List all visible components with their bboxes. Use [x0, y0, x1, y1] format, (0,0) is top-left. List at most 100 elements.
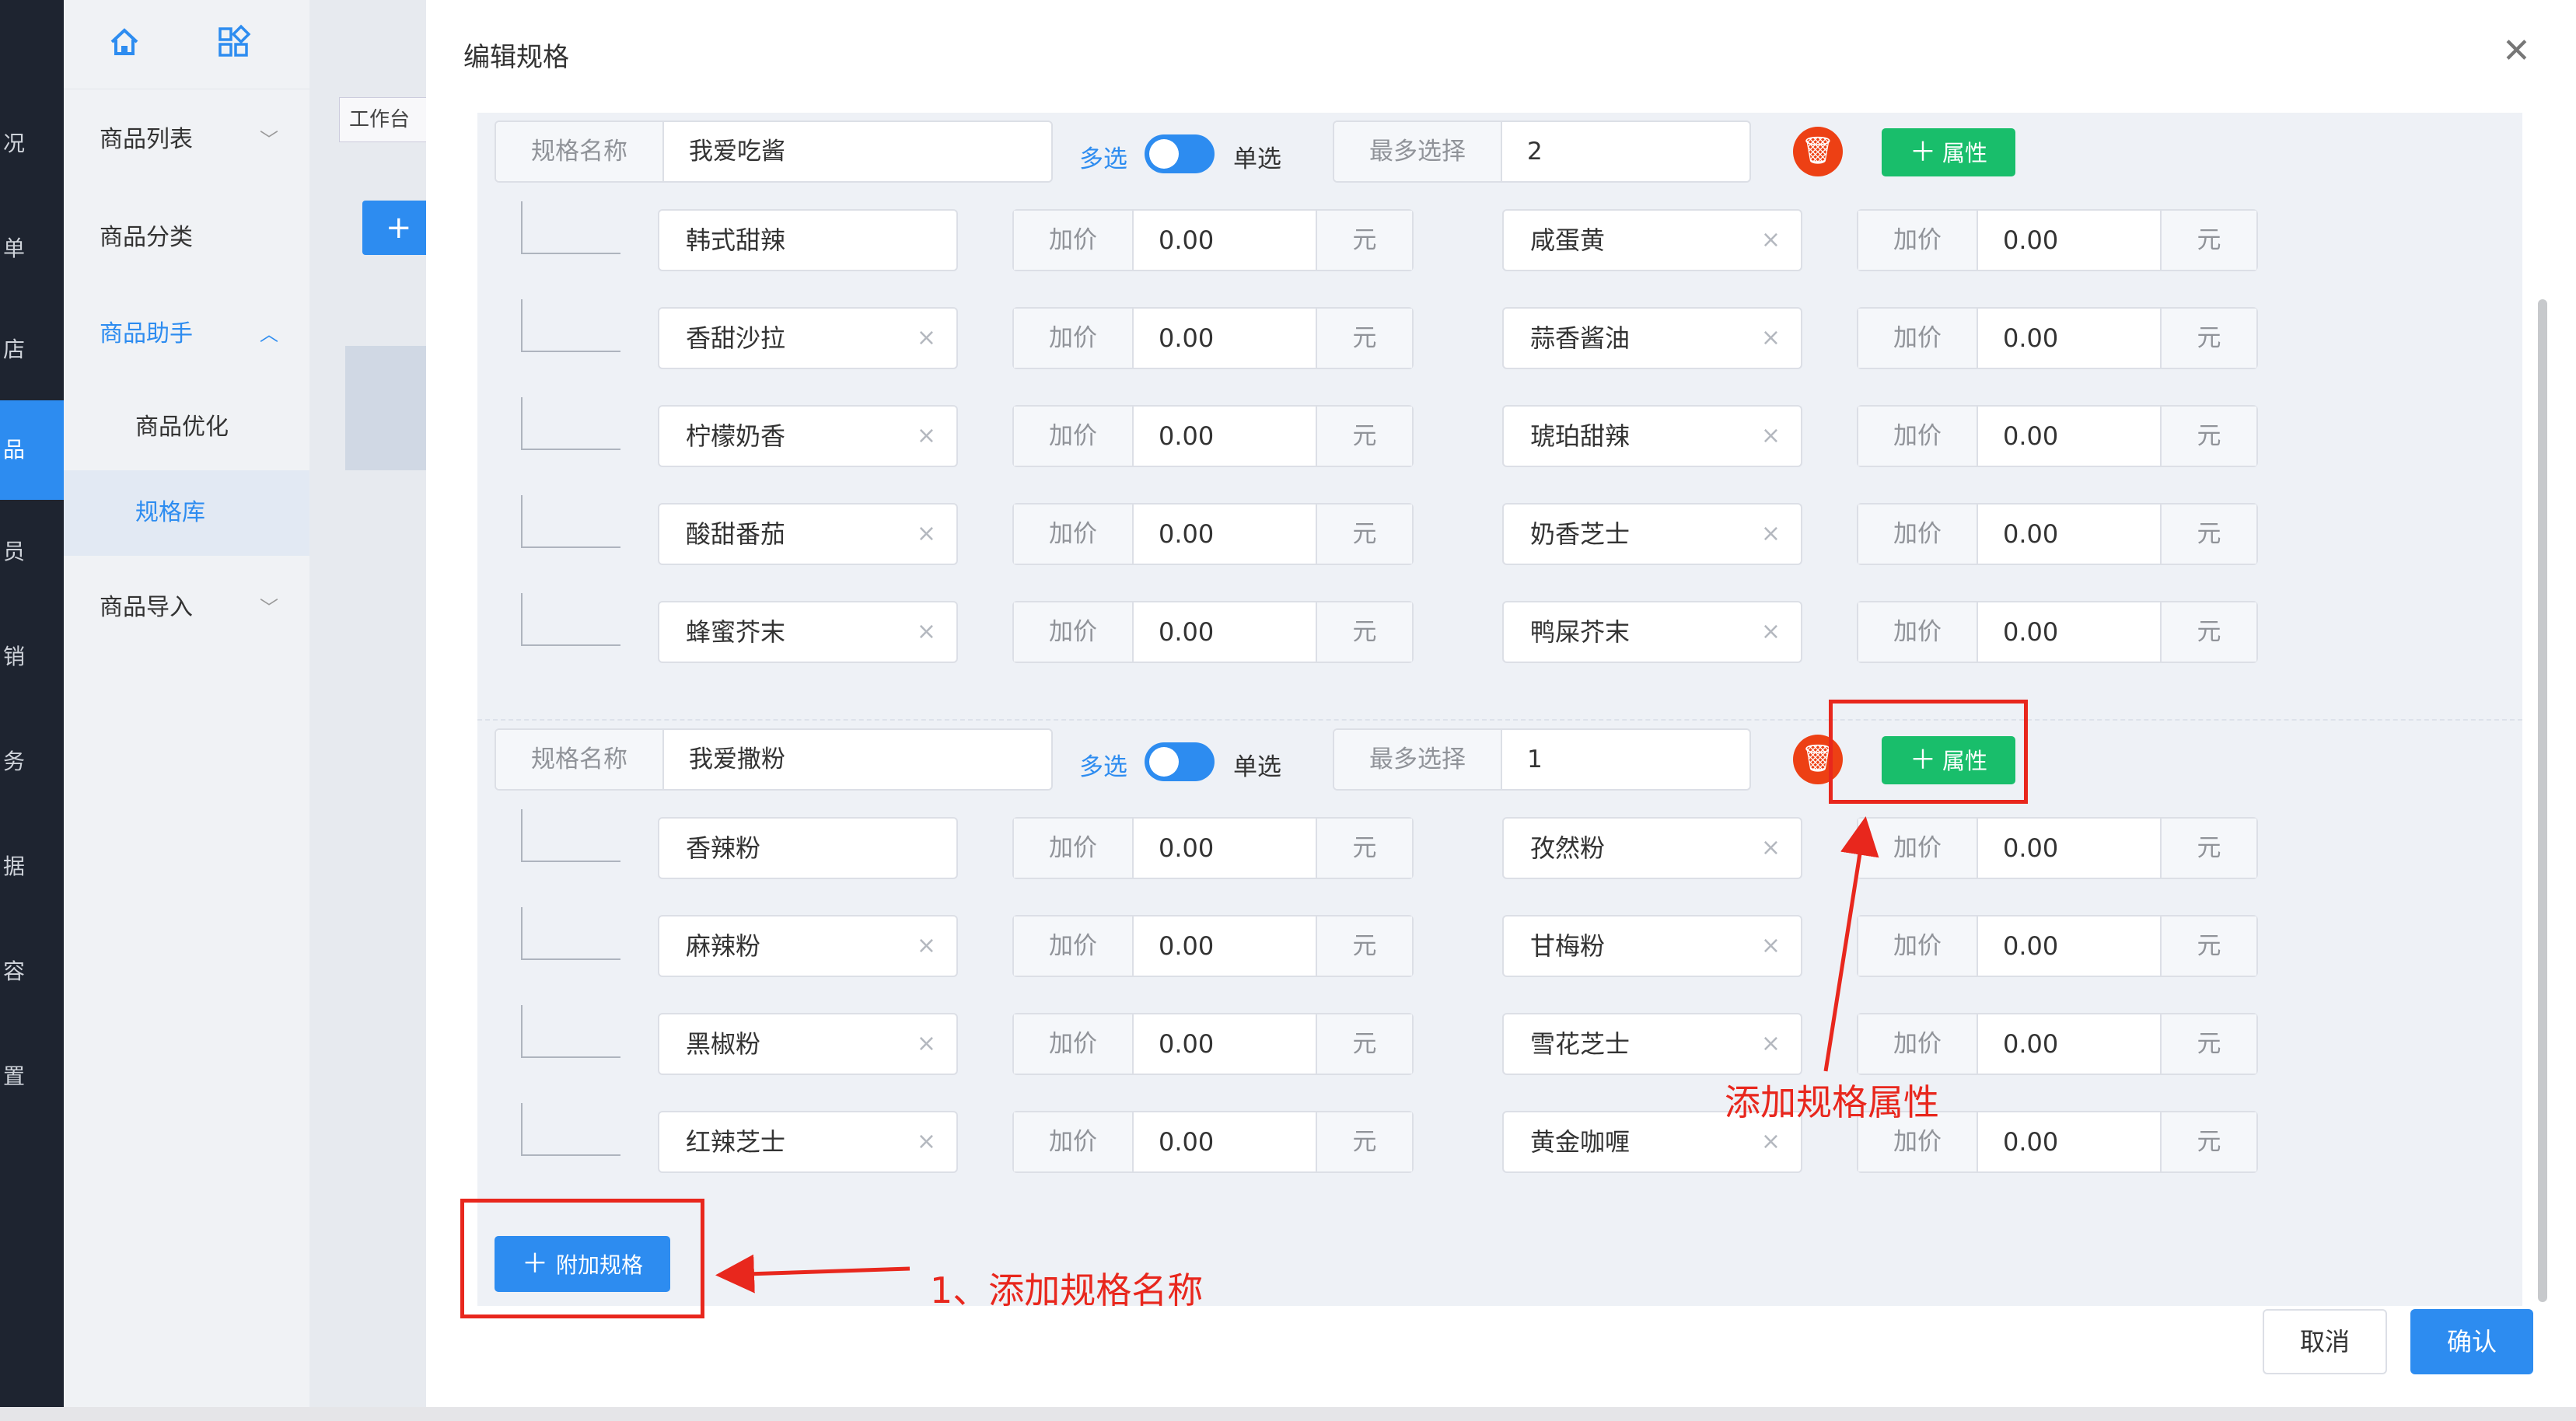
menu-item-product-list[interactable]: 商品列表 ﹀ — [100, 117, 309, 163]
add-price-input[interactable]: 0.00 — [1159, 1014, 1214, 1074]
add-price-field[interactable]: 加价 0.00 元 — [1012, 915, 1414, 977]
add-price-field[interactable]: 加价 0.00 元 — [1857, 209, 2258, 271]
spec-name-input[interactable]: 我爱吃酱 — [689, 122, 785, 181]
add-price-input[interactable]: 0.00 — [2003, 309, 2058, 368]
menu-item-spec-library[interactable]: 规格库 — [64, 470, 309, 556]
attribute-name-input[interactable]: 奶香芝士 × — [1502, 503, 1802, 565]
confirm-button[interactable]: 确认 — [2410, 1309, 2533, 1374]
attribute-name-input[interactable]: 香甜沙拉 × — [658, 307, 958, 369]
workbench-tab[interactable]: 工作台 — [339, 97, 432, 142]
attribute-name-input[interactable]: 甘梅粉 × — [1502, 915, 1802, 977]
add-price-input[interactable]: 0.00 — [2003, 211, 2058, 270]
clear-icon[interactable]: × — [917, 309, 936, 368]
max-select-input[interactable]: 2 — [1527, 122, 1543, 181]
add-price-input[interactable]: 0.00 — [2003, 1014, 2058, 1074]
clear-icon[interactable]: × — [917, 505, 936, 564]
select-mode-switch[interactable] — [1145, 742, 1215, 781]
menu-item-product-import[interactable]: 商品导入 ﹀ — [100, 585, 309, 631]
add-price-input[interactable]: 0.00 — [2003, 916, 2058, 976]
add-price-field[interactable]: 加价 0.00 元 — [1857, 601, 2258, 663]
add-price-field[interactable]: 加价 0.00 元 — [1012, 817, 1414, 879]
add-price-field[interactable]: 加价 0.00 元 — [1012, 503, 1414, 565]
main-nav-item[interactable]: 销 — [0, 641, 64, 672]
main-nav-item[interactable]: 店 — [0, 334, 64, 365]
clear-icon[interactable]: × — [1761, 309, 1781, 368]
max-select-field[interactable]: 最多选择 2 — [1333, 120, 1751, 183]
add-price-field[interactable]: 加价 0.00 元 — [1857, 915, 2258, 977]
main-nav-item[interactable]: 容 — [0, 956, 64, 987]
background-add-button[interactable]: + — [362, 201, 432, 255]
main-nav-item[interactable]: 务 — [0, 746, 64, 777]
main-nav-item[interactable]: 单 — [0, 233, 64, 264]
add-price-input[interactable]: 0.00 — [1159, 407, 1214, 466]
main-nav-item[interactable]: 据 — [0, 851, 64, 882]
main-nav-item[interactable]: 品 — [0, 400, 64, 500]
add-price-field[interactable]: 加价 0.00 元 — [1857, 817, 2258, 879]
attribute-name-input[interactable]: 酸甜番茄 × — [658, 503, 958, 565]
add-price-input[interactable]: 0.00 — [1159, 916, 1214, 976]
add-price-field[interactable]: 加价 0.00 元 — [1857, 1013, 2258, 1075]
select-mode-switch[interactable] — [1145, 134, 1215, 173]
apps-icon[interactable] — [215, 23, 252, 61]
close-icon[interactable]: ✕ — [2502, 34, 2531, 68]
main-nav-item[interactable]: 置 — [0, 1061, 64, 1092]
menu-item-product-assistant[interactable]: 商品助手 ︿ — [100, 311, 309, 358]
add-price-field[interactable]: 加价 0.00 元 — [1857, 503, 2258, 565]
clear-icon[interactable]: × — [1761, 916, 1781, 976]
delete-spec-button[interactable]: 🗑 — [1793, 127, 1843, 176]
main-nav-item[interactable]: 况 — [0, 128, 64, 159]
attribute-name-input[interactable]: 红辣芝士 × — [658, 1111, 958, 1173]
add-price-input[interactable]: 0.00 — [1159, 819, 1214, 878]
cancel-button[interactable]: 取消 — [2263, 1309, 2387, 1374]
clear-icon[interactable]: × — [917, 916, 936, 976]
add-price-field[interactable]: 加价 0.00 元 — [1857, 405, 2258, 467]
attribute-name-input[interactable]: 麻辣粉 × — [658, 915, 958, 977]
add-attribute-button[interactable]: ＋属性 — [1882, 128, 2015, 176]
add-price-input[interactable]: 0.00 — [1159, 602, 1214, 662]
attribute-name-input[interactable]: 孜然粉 × — [1502, 817, 1802, 879]
add-price-input[interactable]: 0.00 — [2003, 819, 2058, 878]
spec-name-field[interactable]: 规格名称 我爱撒粉 — [495, 728, 1053, 791]
spec-name-field[interactable]: 规格名称 我爱吃酱 — [495, 120, 1053, 183]
add-price-input[interactable]: 0.00 — [2003, 1112, 2058, 1171]
clear-icon[interactable]: × — [1761, 505, 1781, 564]
add-price-input[interactable]: 0.00 — [2003, 602, 2058, 662]
attribute-name-input[interactable]: 柠檬奶香 × — [658, 405, 958, 467]
add-price-input[interactable]: 0.00 — [2003, 407, 2058, 466]
add-price-field[interactable]: 加价 0.00 元 — [1012, 1013, 1414, 1075]
clear-icon[interactable]: × — [1761, 602, 1781, 662]
max-select-input[interactable]: 1 — [1527, 730, 1543, 789]
max-select-field[interactable]: 最多选择 1 — [1333, 728, 1751, 791]
attribute-name-input[interactable]: 蒜香酱油 × — [1502, 307, 1802, 369]
attribute-name-input[interactable]: 黑椒粉 × — [658, 1013, 958, 1075]
attribute-name-input[interactable]: 香辣粉 — [658, 817, 958, 879]
add-price-input[interactable]: 0.00 — [1159, 505, 1214, 564]
attribute-name-input[interactable]: 雪花芝士 × — [1502, 1013, 1802, 1075]
clear-icon[interactable]: × — [1761, 407, 1781, 466]
attribute-name-input[interactable]: 韩式甜辣 — [658, 209, 958, 271]
add-price-input[interactable]: 0.00 — [1159, 1112, 1214, 1171]
clear-icon[interactable]: × — [917, 407, 936, 466]
attribute-name-input[interactable]: 蜂蜜芥末 × — [658, 601, 958, 663]
add-price-field[interactable]: 加价 0.00 元 — [1012, 601, 1414, 663]
clear-icon[interactable]: × — [1761, 1014, 1781, 1074]
add-price-field[interactable]: 加价 0.00 元 — [1012, 1111, 1414, 1173]
add-price-field[interactable]: 加价 0.00 元 — [1857, 307, 2258, 369]
scrollbar[interactable] — [2538, 299, 2547, 1302]
clear-icon[interactable]: × — [917, 1112, 936, 1171]
attribute-name-input[interactable]: 鸭屎芥末 × — [1502, 601, 1802, 663]
home-icon[interactable] — [106, 23, 143, 61]
clear-icon[interactable]: × — [1761, 819, 1781, 878]
add-price-input[interactable]: 0.00 — [2003, 505, 2058, 564]
add-price-input[interactable]: 0.00 — [1159, 309, 1214, 368]
main-nav-item[interactable]: 员 — [0, 536, 64, 567]
clear-icon[interactable]: × — [917, 1014, 936, 1074]
attribute-name-input[interactable]: 琥珀甜辣 × — [1502, 405, 1802, 467]
clear-icon[interactable]: × — [1761, 211, 1781, 270]
add-price-input[interactable]: 0.00 — [1159, 211, 1214, 270]
clear-icon[interactable]: × — [917, 602, 936, 662]
menu-item-product-category[interactable]: 商品分类 — [100, 215, 309, 261]
add-price-field[interactable]: 加价 0.00 元 — [1012, 209, 1414, 271]
attribute-name-input[interactable]: 咸蛋黄 × — [1502, 209, 1802, 271]
spec-name-input[interactable]: 我爱撒粉 — [689, 730, 785, 789]
